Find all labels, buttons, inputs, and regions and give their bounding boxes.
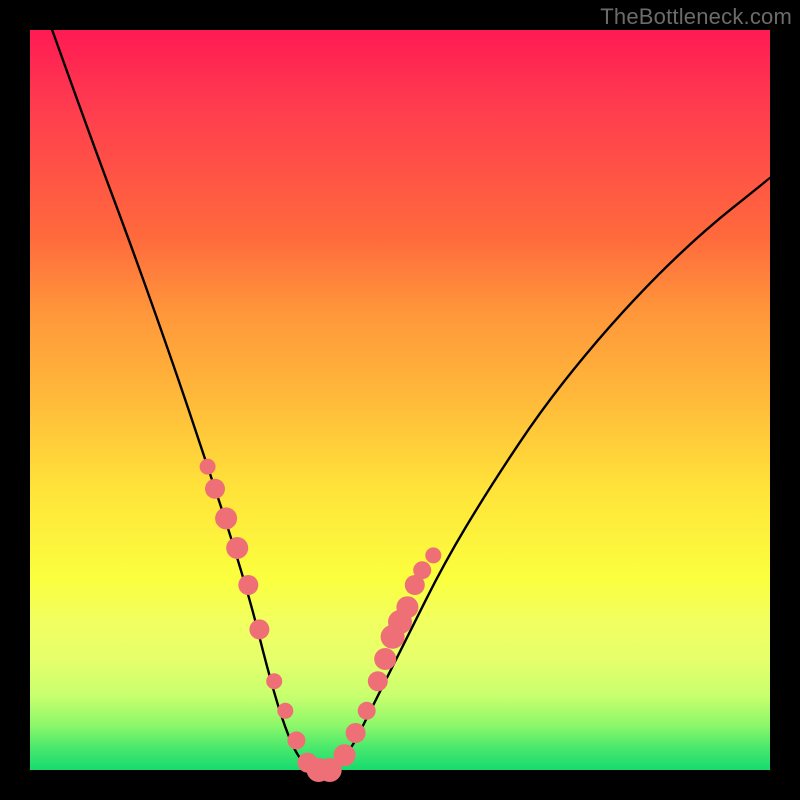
highlight-dot (396, 596, 418, 618)
highlight-dot (226, 537, 248, 559)
highlight-dot (205, 479, 225, 499)
highlight-dot (425, 547, 441, 563)
watermark-text: TheBottleneck.com (600, 4, 792, 30)
highlight-dot (334, 744, 356, 766)
highlight-dot (249, 619, 269, 639)
highlight-dot (358, 702, 376, 720)
highlight-dot (238, 575, 258, 595)
highlight-dots-group (200, 459, 442, 782)
chart-svg (30, 30, 770, 770)
chart-frame: TheBottleneck.com (0, 0, 800, 800)
highlight-dot (413, 561, 431, 579)
highlight-dot (266, 673, 282, 689)
highlight-dot (200, 459, 216, 475)
highlight-dot (287, 731, 305, 749)
highlight-dot (346, 723, 366, 743)
highlight-dot (277, 703, 293, 719)
bottleneck-curve (52, 30, 770, 770)
highlight-dot (215, 507, 237, 529)
highlight-dot (374, 648, 396, 670)
highlight-dot (368, 671, 388, 691)
